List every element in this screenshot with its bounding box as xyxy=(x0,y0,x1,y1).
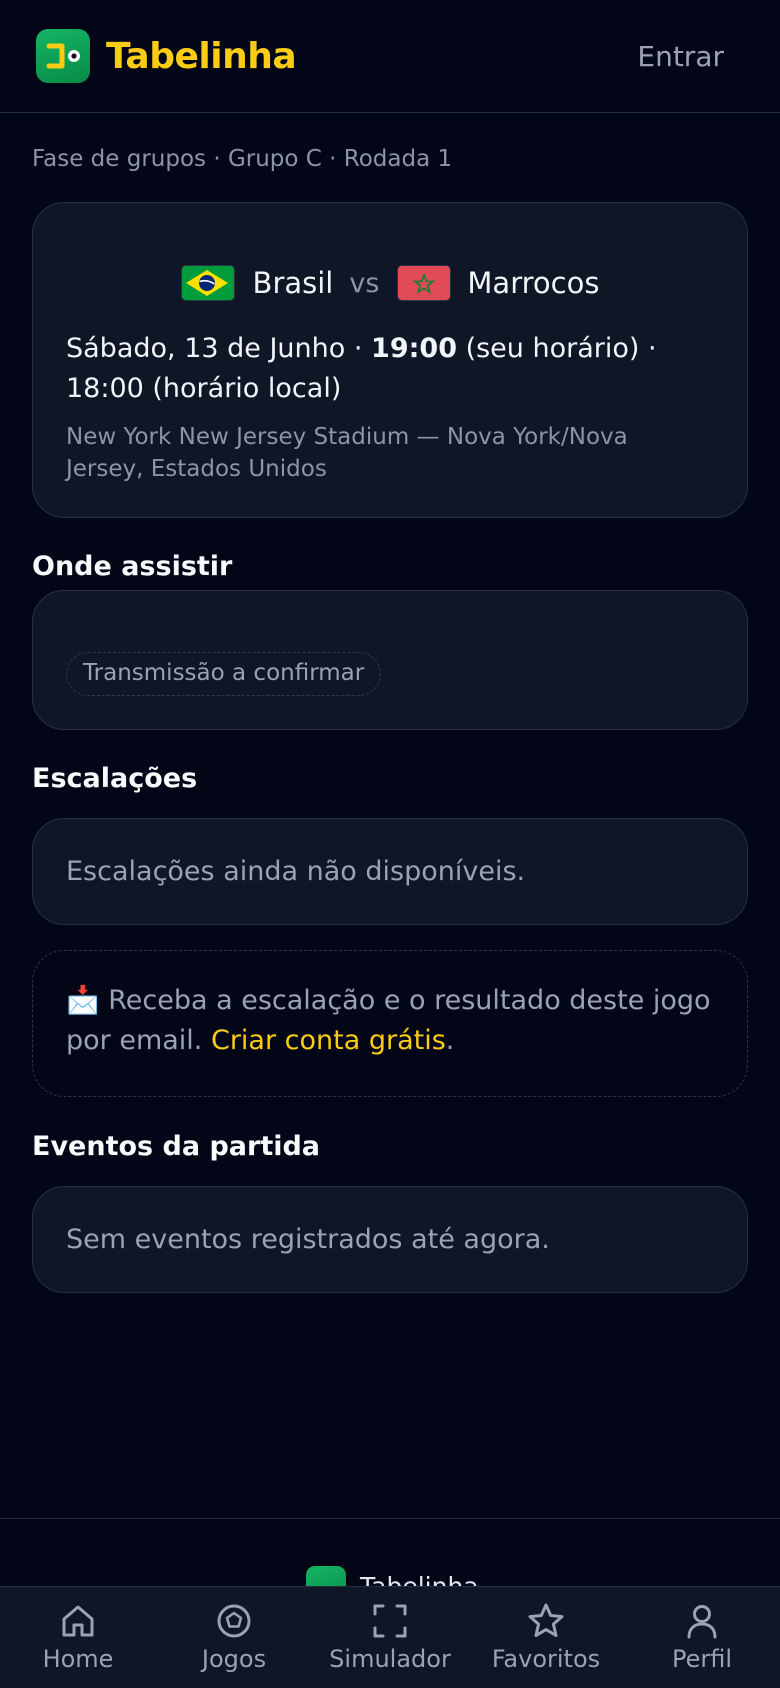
brand[interactable]: Tabelinha xyxy=(36,29,297,83)
tab-perfil-label: Perfil xyxy=(671,1645,733,1673)
home-icon xyxy=(62,1605,94,1637)
lineups-title: Escalações xyxy=(32,763,198,794)
match-card: Brasil vs Marrocos Sábado, 13 de Junho ·… xyxy=(32,202,748,518)
tab-jogos-label: Jogos xyxy=(201,1645,267,1673)
star-icon xyxy=(528,1603,564,1637)
match-datetime: Sábado, 13 de Junho · 19:00 (seu horário… xyxy=(66,329,726,409)
events-title: Eventos da partida xyxy=(32,1131,321,1162)
email-signup-promo: 📩 Receba a escalação e o resultado deste… xyxy=(32,950,748,1097)
top-header: Tabelinha Entrar xyxy=(0,0,780,113)
morocco-flag-icon xyxy=(397,265,452,301)
match-page: Tabelinha Entrar Fase de grupos · Grupo … xyxy=(0,0,780,1688)
tab-favoritos[interactable]: Favoritos xyxy=(468,1587,624,1688)
bottom-tab-bar: Home Jogos Simulador Favoritos Perfil xyxy=(0,1586,780,1688)
match-time-user: 19:00 xyxy=(371,333,457,364)
match-teams: Brasil vs Marrocos xyxy=(33,265,747,301)
match-date: Sábado, 13 de Junho · xyxy=(66,333,372,364)
ball-icon xyxy=(217,1604,251,1638)
tab-simulador[interactable]: Simulador xyxy=(312,1587,468,1688)
scan-frame-icon xyxy=(373,1604,407,1638)
tab-jogos[interactable]: Jogos xyxy=(156,1587,312,1688)
brazil-flag-icon xyxy=(180,265,235,301)
footer-divider xyxy=(0,1518,780,1519)
breadcrumb: Fase de grupos · Grupo C · Rodada 1 xyxy=(32,146,453,172)
tab-perfil[interactable]: Perfil xyxy=(624,1587,780,1688)
where-to-watch-title: Onde assistir xyxy=(32,551,233,582)
tab-home[interactable]: Home xyxy=(0,1587,156,1688)
promo-period: . xyxy=(445,1025,455,1056)
match-venue: New York New Jersey Stadium — Nova York/… xyxy=(66,424,628,482)
brand-logo-icon xyxy=(36,29,90,83)
lineups-empty-text: Escalações ainda não disponíveis. xyxy=(66,856,526,887)
broadcast-status-badge: Transmissão a confirmar xyxy=(66,652,382,696)
user-icon xyxy=(687,1605,717,1639)
tab-favoritos-label: Favoritos xyxy=(491,1645,601,1673)
tab-home-label: Home xyxy=(42,1645,114,1673)
away-team-name[interactable]: Marrocos xyxy=(467,266,599,300)
events-empty-text: Sem eventos registrados até agora. xyxy=(66,1224,550,1255)
where-to-watch-card: Transmissão a confirmar xyxy=(32,590,748,730)
envelope-icon: 📩 xyxy=(66,985,100,1016)
brand-name: Tabelinha xyxy=(106,35,297,77)
promo-text: 📩 Receba a escalação e o resultado deste… xyxy=(66,981,716,1061)
tab-simulador-label: Simulador xyxy=(329,1645,451,1673)
home-team-name[interactable]: Brasil xyxy=(253,266,334,300)
create-account-link[interactable]: Criar conta grátis xyxy=(211,1025,446,1056)
events-card: Sem eventos registrados até agora. xyxy=(32,1186,748,1293)
login-link[interactable]: Entrar xyxy=(637,40,724,73)
vs-label: vs xyxy=(349,267,380,299)
lineups-card: Escalações ainda não disponíveis. xyxy=(32,818,748,925)
